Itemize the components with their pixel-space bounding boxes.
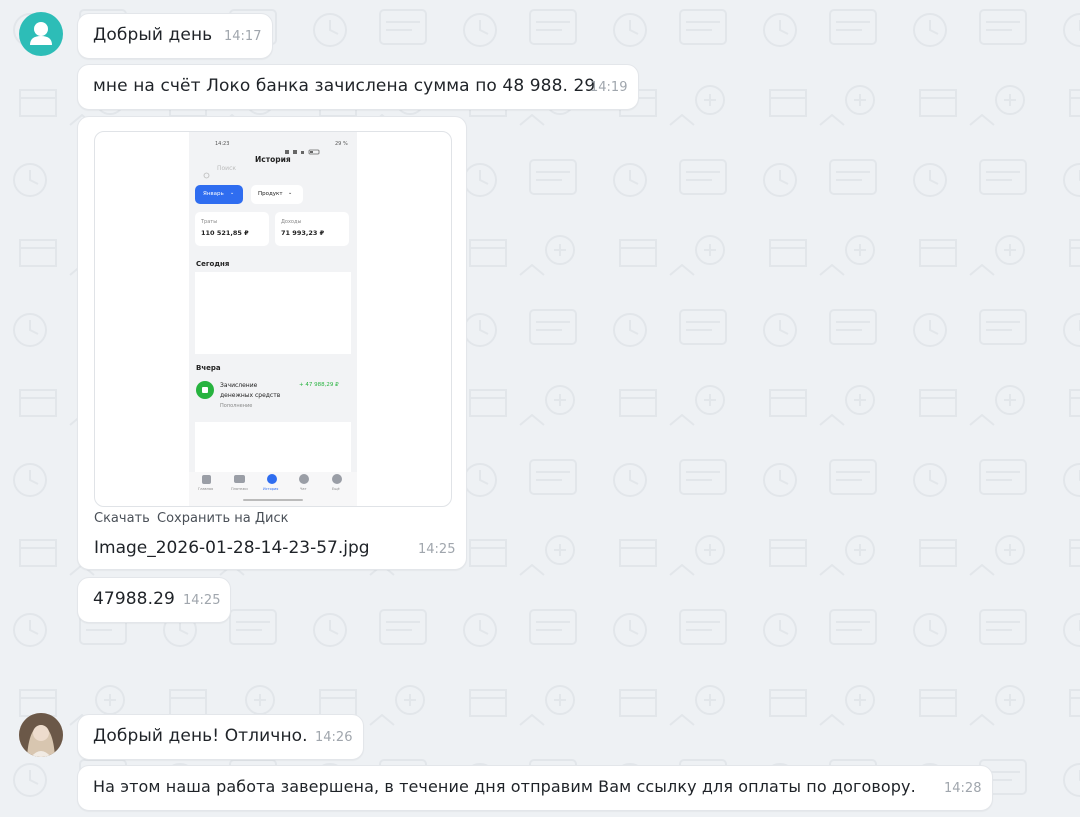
message-bubble: Добрый день 14:17 — [77, 13, 273, 59]
message-bubble: 47988.29 14:25 — [77, 577, 231, 623]
phone-income-value: 71 993,23 ₽ — [281, 229, 325, 237]
phone-transaction-title-2: денежных средств — [220, 392, 281, 399]
phone-screenshot: 14:23 29 % История Поиск Январь ⌄ Продук… — [189, 132, 357, 506]
more-icon — [332, 474, 342, 484]
phone-spend-value: 110 521,85 ₽ — [201, 229, 249, 237]
client-avatar[interactable] — [19, 12, 63, 56]
message-text: Добрый день! Отлично. — [93, 726, 308, 746]
message-bubble: На этом наша работа завершена, в течение… — [77, 765, 993, 811]
chevron-down-icon: ⌄ — [288, 190, 293, 196]
phone-status-icons — [285, 140, 325, 155]
message-time: 14:19 — [590, 80, 628, 95]
phone-nav-item: Ещё — [332, 487, 340, 491]
signal-icon — [285, 149, 320, 155]
download-link[interactable]: Скачать — [94, 511, 150, 526]
phone-filter-product-label: Продукт — [258, 191, 283, 197]
phone-nav-item: Платежи — [231, 487, 248, 491]
message-time: 14:25 — [418, 542, 456, 557]
chevron-down-icon: ⌄ — [230, 190, 235, 196]
message-text: мне на счёт Локо банка зачислена сумма п… — [93, 76, 596, 96]
phone-today-list — [195, 272, 351, 354]
message-time: 14:25 — [183, 593, 221, 608]
phone-search-icon — [203, 165, 211, 184]
phone-today-label: Сегодня — [196, 260, 230, 268]
phone-title: История — [255, 155, 291, 164]
phone-nav-item: Главная — [198, 487, 214, 491]
message-text: 47988.29 — [93, 589, 175, 609]
phone-filter-month-label: Январь — [203, 191, 224, 197]
profile-photo — [19, 713, 63, 757]
phone-search-placeholder: Поиск — [217, 165, 237, 172]
phone-nav-item: История — [263, 487, 279, 491]
message-text: На этом наша работа завершена, в течение… — [93, 777, 916, 796]
phone-transaction-icon — [196, 381, 214, 399]
payments-icon — [234, 475, 245, 483]
phone-home-indicator — [243, 499, 303, 501]
phone-yesterday-label: Вчера — [196, 364, 221, 372]
phone-transaction-amount: + 47 988,29 ₽ — [299, 382, 339, 388]
phone-spend-label: Траты — [201, 219, 218, 225]
chat-icon — [299, 474, 309, 484]
user-icon — [30, 22, 52, 45]
message-time: 14:28 — [944, 781, 982, 796]
message-bubble: мне на счёт Локо банка зачислена сумма п… — [77, 64, 639, 110]
message-text: Добрый день — [93, 25, 213, 45]
phone-income-label: Доходы — [281, 219, 302, 225]
manager-avatar[interactable] — [19, 713, 63, 757]
phone-transaction-subtitle: Пополнение — [220, 403, 253, 409]
attachment-message: 14:23 29 % История Поиск Январь ⌄ Продук… — [77, 116, 467, 570]
home-icon — [202, 475, 211, 484]
message-time: 14:26 — [315, 730, 353, 745]
image-preview[interactable]: 14:23 29 % История Поиск Январь ⌄ Продук… — [94, 131, 452, 507]
phone-bottom-list — [195, 422, 351, 472]
message-time: 14:17 — [224, 29, 262, 44]
phone-status-time: 14:23 — [215, 141, 230, 147]
phone-status-battery: 29 % — [335, 141, 348, 147]
phone-nav-item: Чат — [300, 487, 307, 491]
history-icon — [267, 474, 277, 484]
attachment-file-name[interactable]: Image_2026-01-28-14-23-57.jpg — [94, 538, 370, 558]
message-bubble: Добрый день! Отлично. 14:26 — [77, 714, 364, 760]
save-to-disk-link[interactable]: Сохранить на Диск — [157, 511, 288, 526]
phone-transaction-title-1: Зачисление — [220, 382, 258, 389]
